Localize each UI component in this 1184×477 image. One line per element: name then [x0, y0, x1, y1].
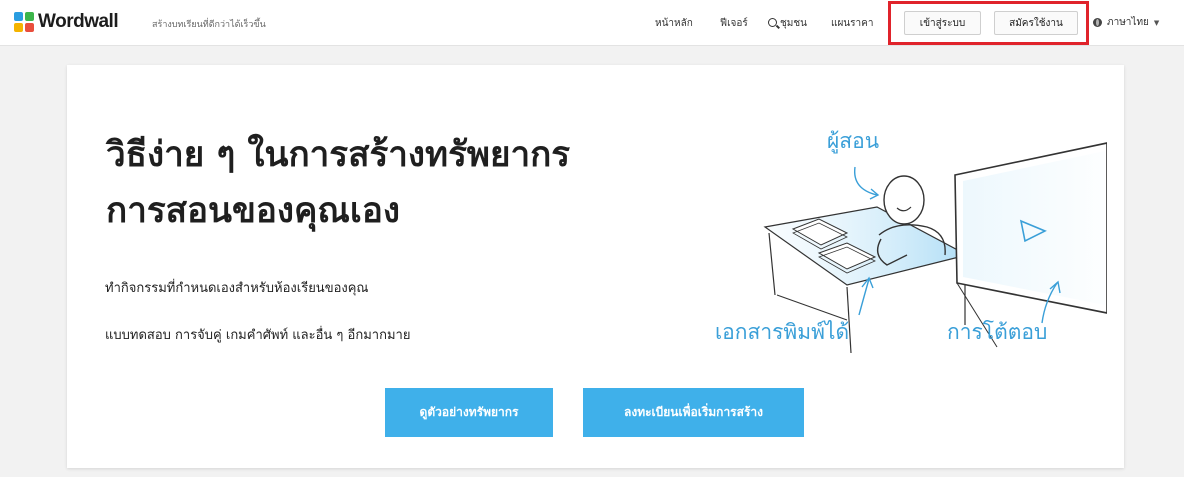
logo-icon	[14, 12, 34, 32]
hero-card: วิธีง่าย ๆ ในการสร้างทรัพยากร การสอนของค…	[67, 65, 1124, 468]
top-navigation-bar: Wordwall สร้างบทเรียนที่ดีกว่าได้เร็วขึ้…	[0, 0, 1184, 46]
search-icon	[768, 18, 777, 27]
nav-home[interactable]: หน้าหลัก	[655, 16, 693, 31]
view-examples-button[interactable]: ดูตัวอย่างทรัพยากร	[385, 388, 553, 437]
nav-community[interactable]: ชุมชน	[768, 16, 807, 31]
nav-features[interactable]: ฟีเจอร์	[720, 16, 748, 31]
wordwall-logo[interactable]: Wordwall	[14, 11, 119, 33]
nav-community-label: ชุมชน	[780, 18, 808, 29]
label-printables: เอกสารพิมพ์ได้	[715, 320, 850, 344]
language-label: ภาษาไทย	[1107, 17, 1149, 28]
tagline: สร้างบทเรียนที่ดีกว่าได้เร็วขึ้น	[152, 20, 266, 30]
globe-icon	[1093, 18, 1102, 27]
highlight-annotation-box	[888, 1, 1089, 45]
language-selector[interactable]: ภาษาไทย ▼	[1093, 15, 1159, 30]
hero-illustration: ผู้สอน เอกสารพิมพ์ได้ การโต้ตอบ	[707, 115, 1108, 415]
hero-subline-1: ทำกิจกรรมที่กำหนดเองสำหรับห้องเรียนของคุ…	[105, 281, 369, 296]
logo-text: Wordwall	[38, 11, 119, 32]
hero-headline: วิธีง่าย ๆ ในการสร้างทรัพยากร การสอนของค…	[106, 127, 726, 239]
classroom-drawing	[763, 142, 1108, 354]
hero-headline-line1: วิธีง่าย ๆ ในการสร้างทรัพยากร	[106, 135, 571, 175]
label-teacher: ผู้สอน	[827, 129, 880, 153]
caret-down-icon: ▼	[1153, 18, 1160, 27]
hero-headline-line2: การสอนของคุณเอง	[106, 191, 400, 231]
nav-pricing[interactable]: แผนราคา	[831, 16, 873, 31]
label-interactive: การโต้ตอบ	[947, 320, 1048, 344]
hero-subline-2: แบบทดสอบ การจับคู่ เกมคำศัพท์ และอื่น ๆ …	[105, 328, 411, 343]
